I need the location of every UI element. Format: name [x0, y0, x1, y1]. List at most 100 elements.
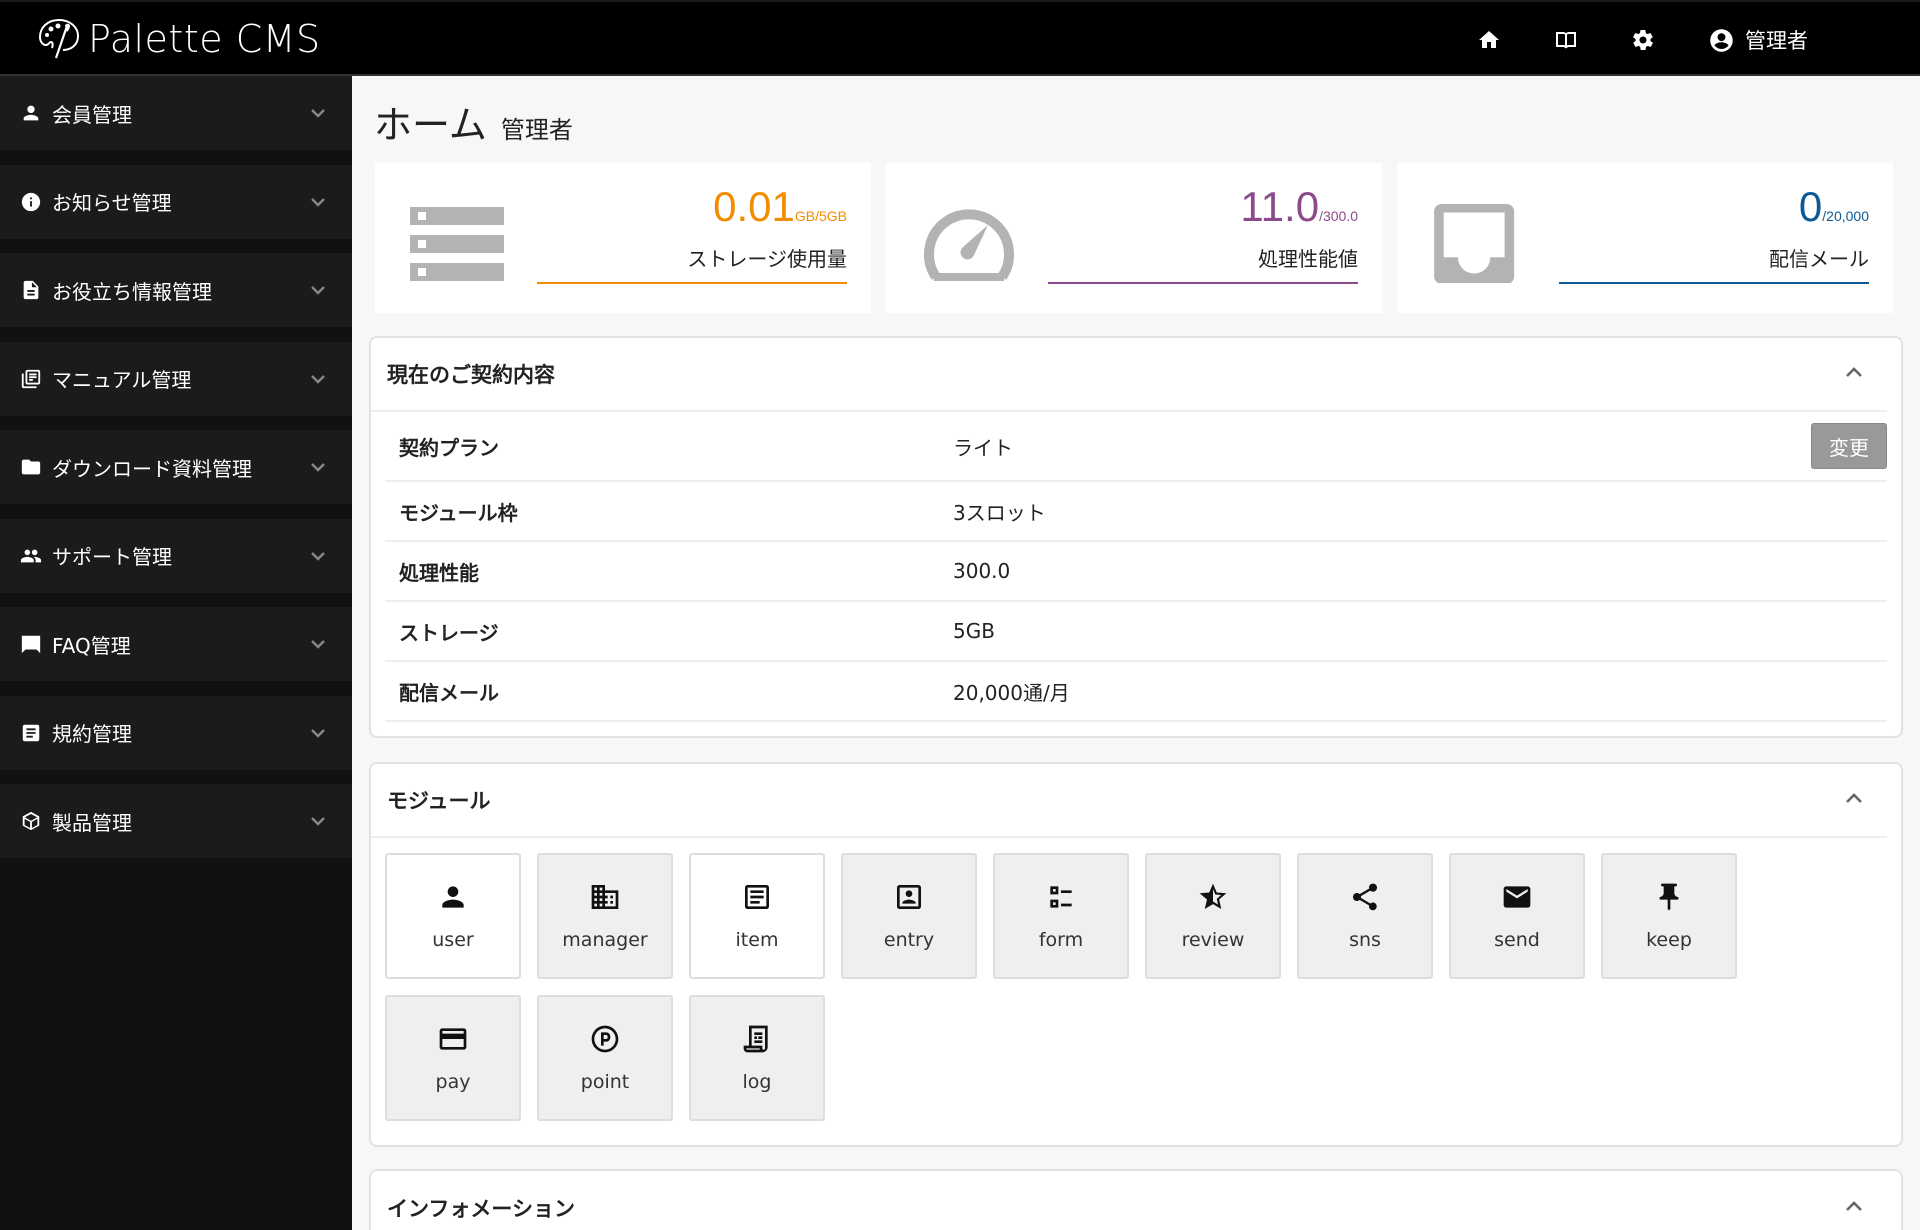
sidebar-item-support[interactable]: サポート管理 — [0, 518, 352, 593]
stat-unit: GB/5GB — [794, 208, 847, 224]
sidebar-item-label: ダウンロード資料管理 — [52, 456, 252, 481]
sidebar-item-label: 製品管理 — [52, 810, 132, 835]
storage-icon — [410, 207, 504, 281]
module-tile-log[interactable]: log — [689, 995, 825, 1121]
module-tile-user[interactable]: user — [385, 853, 521, 979]
chevron-down-icon — [308, 723, 328, 743]
module-tile-point[interactable]: point — [537, 995, 673, 1121]
module-label: send — [1494, 929, 1540, 951]
article-icon — [745, 885, 769, 909]
stat-card-storage: 0.01GB/5GB ストレージ使用量 — [375, 163, 871, 313]
chevron-up-icon[interactable] — [1843, 1195, 1865, 1221]
module-tile-item[interactable]: item — [689, 853, 825, 979]
inbox-icon — [1434, 203, 1515, 283]
stat-underline — [1048, 282, 1358, 284]
stat-unit: /300.0 — [1319, 208, 1358, 224]
sidebar-item-faq[interactable]: FAQ管理 — [0, 607, 352, 681]
row-key: 配信メール — [399, 680, 499, 705]
sidebar-item-label: マニュアル管理 — [52, 368, 192, 392]
chevron-up-icon[interactable] — [1843, 787, 1865, 813]
table-row: モジュール枠 3スロット — [385, 482, 1887, 542]
stat-label: 配信メール — [1769, 247, 1869, 271]
module-tile-keep[interactable]: keep — [1601, 853, 1737, 979]
table-row: 契約プラン ライト 変更 — [385, 412, 1887, 482]
module-tile-form[interactable]: form — [993, 853, 1129, 979]
table-row: 配信メール 20,000通/月 — [385, 662, 1887, 722]
module-label: log — [742, 1071, 772, 1093]
portrait-icon — [897, 885, 921, 909]
module-label: review — [1181, 929, 1245, 951]
panel-title: インフォメーション — [387, 1197, 575, 1221]
sidebar-item-label: 会員管理 — [52, 102, 132, 127]
stat-card-mail: 0/20,000 配信メール — [1397, 163, 1893, 313]
module-label: item — [735, 929, 779, 951]
row-value: 3スロット — [953, 500, 1046, 525]
page-title-text: ホーム — [374, 103, 487, 147]
sidebar-item-terms[interactable]: 規約管理 — [0, 695, 352, 770]
stat-value: 11.0 — [1240, 183, 1320, 230]
book-icon[interactable] — [1554, 28, 1578, 52]
module-tile-send[interactable]: send — [1449, 853, 1585, 979]
chevron-down-icon — [308, 192, 328, 212]
document-icon — [20, 279, 42, 301]
row-key: モジュール枠 — [399, 500, 518, 525]
cube-icon — [20, 810, 42, 832]
sidebar-item-products[interactable]: 製品管理 — [0, 784, 352, 858]
contract-panel-header[interactable]: 現在のご契約内容 — [371, 338, 1887, 412]
stat-unit: /20,000 — [1822, 208, 1869, 224]
sidebar-item-manuals[interactable]: マニュアル管理 — [0, 341, 352, 416]
library-books-icon — [20, 368, 42, 390]
module-label: pay — [435, 1071, 471, 1093]
information-panel-header[interactable]: インフォメーション — [371, 1171, 1887, 1230]
article-icon — [20, 722, 42, 744]
module-tile-review[interactable]: review — [1145, 853, 1281, 979]
stat-underline — [537, 282, 847, 284]
contract-table: 契約プラン ライト 変更 モジュール枠 3スロット 処理性能 300.0 ストレ… — [385, 412, 1887, 722]
chevron-down-icon — [308, 457, 328, 477]
sidebar-item-downloads[interactable]: ダウンロード資料管理 — [0, 430, 352, 504]
table-row: ストレージ 5GB — [385, 602, 1887, 662]
module-tile-sns[interactable]: sns — [1297, 853, 1433, 979]
module-tile-entry[interactable]: entry — [841, 853, 977, 979]
sidebar-item-label: サポート管理 — [52, 545, 172, 569]
module-tile-manager[interactable]: manager — [537, 853, 673, 979]
building-icon — [591, 885, 619, 909]
chevron-down-icon — [308, 546, 328, 566]
home-icon[interactable] — [1477, 28, 1501, 52]
person-icon — [442, 886, 464, 908]
chevron-down-icon — [308, 811, 328, 831]
sidebar-item-members[interactable]: 会員管理 — [0, 76, 352, 150]
pin-icon — [1659, 883, 1679, 911]
module-label: keep — [1646, 929, 1692, 951]
chevron-down-icon — [308, 103, 328, 123]
row-key: 契約プラン — [399, 435, 499, 460]
credit-card-icon — [439, 1028, 467, 1050]
row-key: 処理性能 — [399, 560, 479, 585]
share-icon — [1353, 883, 1377, 911]
sidebar-item-useful-info[interactable]: お役立ち情報管理 — [0, 253, 352, 327]
receipt-log-icon — [743, 1025, 768, 1053]
sidebar-item-label: お役立ち情報管理 — [52, 279, 212, 304]
row-key: ストレージ — [399, 620, 499, 645]
person-icon — [20, 102, 42, 124]
sidebar: 会員管理 お知らせ管理 お役立ち情報管理 マニュアル管理 ダウンロード資料管理 … — [0, 76, 352, 1230]
speedometer-icon — [924, 209, 1014, 281]
sidebar-item-news[interactable]: お知らせ管理 — [0, 164, 352, 239]
chevron-up-icon[interactable] — [1843, 361, 1865, 387]
brand-logo[interactable]: Palette CMS — [34, 14, 321, 64]
point-circle-icon — [591, 1025, 619, 1053]
change-plan-button[interactable]: 変更 — [1811, 423, 1887, 469]
gear-icon[interactable] — [1631, 28, 1655, 52]
module-tile-pay[interactable]: pay — [385, 995, 521, 1121]
page-subtitle: 管理者 — [500, 116, 573, 144]
star-half-icon — [1199, 883, 1227, 909]
folder-icon — [20, 456, 42, 478]
modules-panel-header[interactable]: モジュール — [371, 764, 1887, 838]
chat-bubble-icon — [20, 633, 42, 655]
information-panel: インフォメーション — [369, 1169, 1903, 1230]
module-label: form — [1038, 929, 1084, 951]
top-nav: 管理者 — [1477, 2, 1920, 78]
panel-title: 現在のご契約内容 — [387, 363, 555, 387]
row-value: 300.0 — [953, 559, 1011, 583]
user-menu[interactable]: 管理者 — [1708, 25, 1808, 55]
